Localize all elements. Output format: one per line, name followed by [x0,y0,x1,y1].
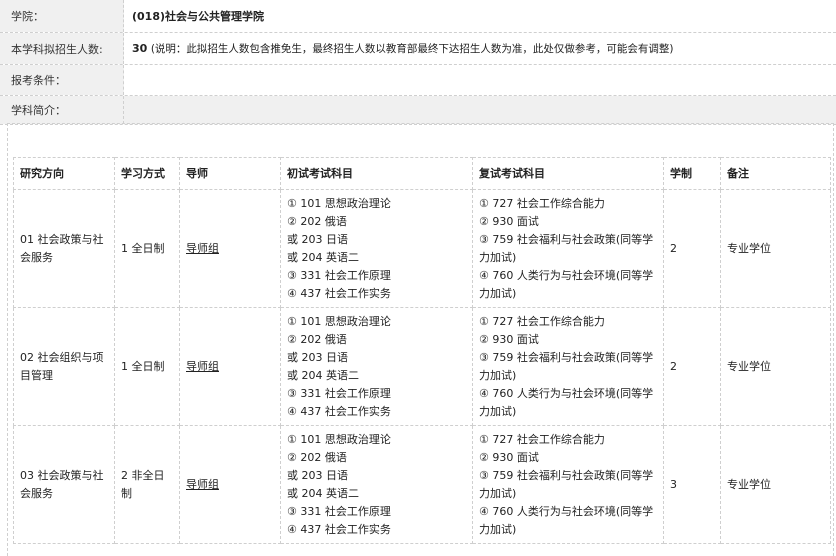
direction-cell: 03 社会政策与社会服务 [13,425,115,544]
retest-exam-cell: ① 727 社会工作综合能力 ② 930 面试 ③ 759 社会福利与社会政策(… [472,189,664,308]
header-direction: 研究方向 [13,157,115,190]
mode-cell: 1 全日制 [114,307,180,426]
table-row: 02 社会组织与项目管理 1 全日制 导师组 ① 101 思想政治理论 ② 20… [13,307,831,426]
subject-item: 或 204 英语二 [287,486,359,500]
subject-item: ③ 759 社会福利与社会政策(同等学力加试) [479,350,654,382]
subject-item: ② 202 俄语 [287,450,347,464]
header-years: 学制 [663,157,721,190]
subject-item: ① 101 思想政治理论 [287,196,391,210]
subject-item: 或 203 日语 [287,350,348,364]
college-row: 学院： (018)社会与公共管理学院 [0,0,836,33]
initial-exam-cell: ① 101 思想政治理论 ② 202 俄语 或 203 日语 或 204 英语二… [280,425,473,544]
tutor-cell: 导师组 [179,425,281,544]
subject-item: ① 101 思想政治理论 [287,314,391,328]
years-cell: 3 [663,425,721,544]
subject-item: 或 204 英语二 [287,250,359,264]
years-cell: 2 [663,307,721,426]
info-table: 学院： (018)社会与公共管理学院 本学科拟招生人数: 30 (说明：此拟招生… [0,0,836,125]
subject-item: ④ 437 社会工作实务 [287,286,391,300]
retest-exam-cell: ① 727 社会工作综合能力 ② 930 面试 ③ 759 社会福利与社会政策(… [472,425,664,544]
enroll-number: 30 [132,42,148,55]
tutor-link[interactable]: 导师组 [186,360,219,373]
table-header-row: 研究方向 学习方式 导师 初试考试科目 复试考试科目 学制 备注 [13,157,831,190]
enroll-value: 30 (说明：此拟招生人数包含推免生，最终招生人数以教育部最终下达招生人数为准，… [124,33,836,64]
subject-item: 或 203 日语 [287,232,348,246]
header-remark: 备注 [720,157,831,190]
subject-item: ② 202 俄语 [287,214,347,228]
direction-cell: 02 社会组织与项目管理 [13,307,115,426]
college-label: 学院： [0,0,124,32]
remark-cell: 专业学位 [720,189,831,308]
conditions-row: 报考条件： [0,65,836,96]
header-retest-exam: 复试考试科目 [472,157,664,190]
tutor-cell: 导师组 [179,307,281,426]
subject-item: ① 727 社会工作综合能力 [479,314,605,328]
subject-item: ② 930 面试 [479,450,539,464]
header-initial-exam: 初试考试科目 [280,157,473,190]
subject-item: ④ 437 社会工作实务 [287,404,391,418]
enroll-label: 本学科拟招生人数: [0,33,124,64]
initial-exam-cell: ① 101 思想政治理论 ② 202 俄语 或 203 日语 或 204 英语二… [280,307,473,426]
subject-item: ④ 437 社会工作实务 [287,522,391,536]
remark-cell: 专业学位 [720,307,831,426]
subject-item: ③ 759 社会福利与社会政策(同等学力加试) [479,232,654,264]
mode-cell: 2 非全日制 [114,425,180,544]
subject-item: ② 202 俄语 [287,332,347,346]
subject-item: ④ 760 人类行为与社会环境(同等学力加试) [479,504,654,536]
subject-item: ③ 331 社会工作原理 [287,386,391,400]
header-tutor: 导师 [179,157,281,190]
tutor-link[interactable]: 导师组 [186,242,219,255]
initial-exam-cell: ① 101 思想政治理论 ② 202 俄语 或 203 日语 或 204 英语二… [280,189,473,308]
subject-item: ② 930 面试 [479,332,539,346]
enroll-note: (说明：此拟招生人数包含推免生，最终招生人数以教育部最终下达招生人数为准，此处仅… [150,43,674,55]
enroll-row: 本学科拟招生人数: 30 (说明：此拟招生人数包含推免生，最终招生人数以教育部最… [0,33,836,65]
subject-item: ① 727 社会工作综合能力 [479,196,605,210]
table-row: 03 社会政策与社会服务 2 非全日制 导师组 ① 101 思想政治理论 ② 2… [13,425,831,544]
table-row: 01 社会政策与社会服务 1 全日制 导师组 ① 101 思想政治理论 ② 20… [13,189,831,308]
intro-row: 学科简介： [0,96,836,125]
remark-cell: 专业学位 [720,425,831,544]
mode-cell: 1 全日制 [114,189,180,308]
intro-label: 学科简介： [0,96,124,124]
intro-value [124,96,836,124]
college-value: (018)社会与公共管理学院 [124,0,836,32]
tutor-link[interactable]: 导师组 [186,478,219,491]
subject-item: ③ 331 社会工作原理 [287,504,391,518]
subject-item: ③ 759 社会福利与社会政策(同等学力加试) [479,468,654,500]
retest-exam-cell: ① 727 社会工作综合能力 ② 930 面试 ③ 759 社会福利与社会政策(… [472,307,664,426]
programs-table: 研究方向 学习方式 导师 初试考试科目 复试考试科目 学制 备注 01 社会政策… [13,157,831,544]
programs-panel: 研究方向 学习方式 导师 初试考试科目 复试考试科目 学制 备注 01 社会政策… [7,123,834,556]
subject-item: ② 930 面试 [479,214,539,228]
direction-cell: 01 社会政策与社会服务 [13,189,115,308]
subject-item: ④ 760 人类行为与社会环境(同等学力加试) [479,386,654,418]
subject-item: ③ 331 社会工作原理 [287,268,391,282]
header-mode: 学习方式 [114,157,180,190]
tutor-cell: 导师组 [179,189,281,308]
subject-item: ① 727 社会工作综合能力 [479,432,605,446]
years-cell: 2 [663,189,721,308]
subject-item: ④ 760 人类行为与社会环境(同等学力加试) [479,268,654,300]
subject-item: 或 203 日语 [287,468,348,482]
subject-item: ① 101 思想政治理论 [287,432,391,446]
subject-item: 或 204 英语二 [287,368,359,382]
conditions-value [124,65,836,95]
conditions-label: 报考条件： [0,65,124,95]
